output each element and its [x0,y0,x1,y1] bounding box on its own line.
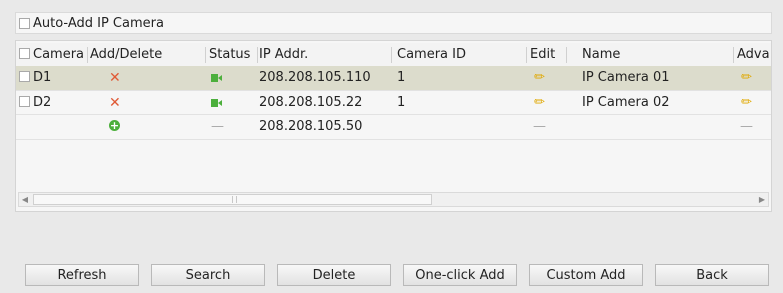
search-button[interactable]: Search [151,264,265,286]
scroll-right-icon[interactable]: ▶ [756,193,768,206]
status-cell [211,91,222,115]
auto-add-label: Auto-Add IP Camera [33,15,164,31]
camera-cell: D2 [19,91,51,115]
camera-cell: D1 [19,66,51,90]
column-divider [257,47,258,63]
column-divider [87,47,88,63]
row-checkbox[interactable] [19,96,30,107]
row-checkbox[interactable] [19,71,30,82]
column-divider [391,47,392,63]
camera-online-icon [211,74,222,82]
add-cell: + [109,115,120,139]
horizontal-scrollbar[interactable]: ◀ ▶ [18,192,769,207]
pencil-icon[interactable]: ✏ [741,91,752,115]
column-divider [526,47,527,63]
status-cell: — [211,119,224,134]
column-ip-addr: IP Addr. [259,47,309,62]
column-camera-id: Camera ID [397,47,466,62]
column-name: Name [582,47,621,62]
column-edit: Edit [530,47,556,62]
auto-add-checkbox[interactable] [19,17,30,29]
ip-addr-cell: 208.208.105.110 [259,70,371,85]
column-advanced: Adva [737,47,770,62]
camera-id-cell: 1 [397,95,406,110]
auto-add-ip-camera-toggle[interactable]: Auto-Add IP Camera [15,12,772,34]
grip-icon [232,196,237,203]
column-divider [205,47,206,63]
table-row[interactable]: + — 208.208.105.50 — — [16,114,771,140]
ip-addr-cell: 208.208.105.22 [259,95,363,110]
column-divider [566,47,567,63]
status-cell [211,66,222,90]
camera-table: Camera Add/Delete Status IP Addr. Camera… [15,40,772,212]
scrollbar-thumb[interactable] [33,194,432,205]
table-header: Camera Add/Delete Status IP Addr. Camera… [16,43,771,67]
scroll-left-icon[interactable]: ◀ [19,193,31,206]
edit-cell: — [533,119,546,134]
camera-online-icon [211,99,222,107]
select-all-checkbox[interactable] [19,48,30,59]
name-cell: IP Camera 01 [582,70,670,85]
refresh-button[interactable]: Refresh [25,264,139,286]
add-icon[interactable]: + [109,120,120,131]
column-camera[interactable]: Camera [19,43,84,67]
custom-add-button[interactable]: Custom Add [529,264,643,286]
column-divider [733,47,734,63]
column-status: Status [209,47,251,62]
back-button[interactable]: Back [655,264,769,286]
column-add-delete: Add/Delete [90,47,163,62]
delete-icon[interactable]: ✕ [109,66,121,90]
delete-button[interactable]: Delete [277,264,391,286]
ip-addr-cell: 208.208.105.50 [259,119,363,134]
pencil-icon[interactable]: ✏ [741,66,752,90]
pencil-icon[interactable]: ✏ [534,66,545,90]
advanced-cell: — [740,119,753,134]
one-click-add-button[interactable]: One-click Add [403,264,517,286]
delete-icon[interactable]: ✕ [109,91,121,115]
camera-id-cell: 1 [397,70,406,85]
pencil-icon[interactable]: ✏ [534,91,545,115]
table-row[interactable]: D2 ✕ 208.208.105.22 1 ✏ IP Camera 02 ✏ [16,90,771,115]
name-cell: IP Camera 02 [582,95,670,110]
table-row[interactable]: D1 ✕ 208.208.105.110 1 ✏ IP Camera 01 ✏ [16,66,771,90]
